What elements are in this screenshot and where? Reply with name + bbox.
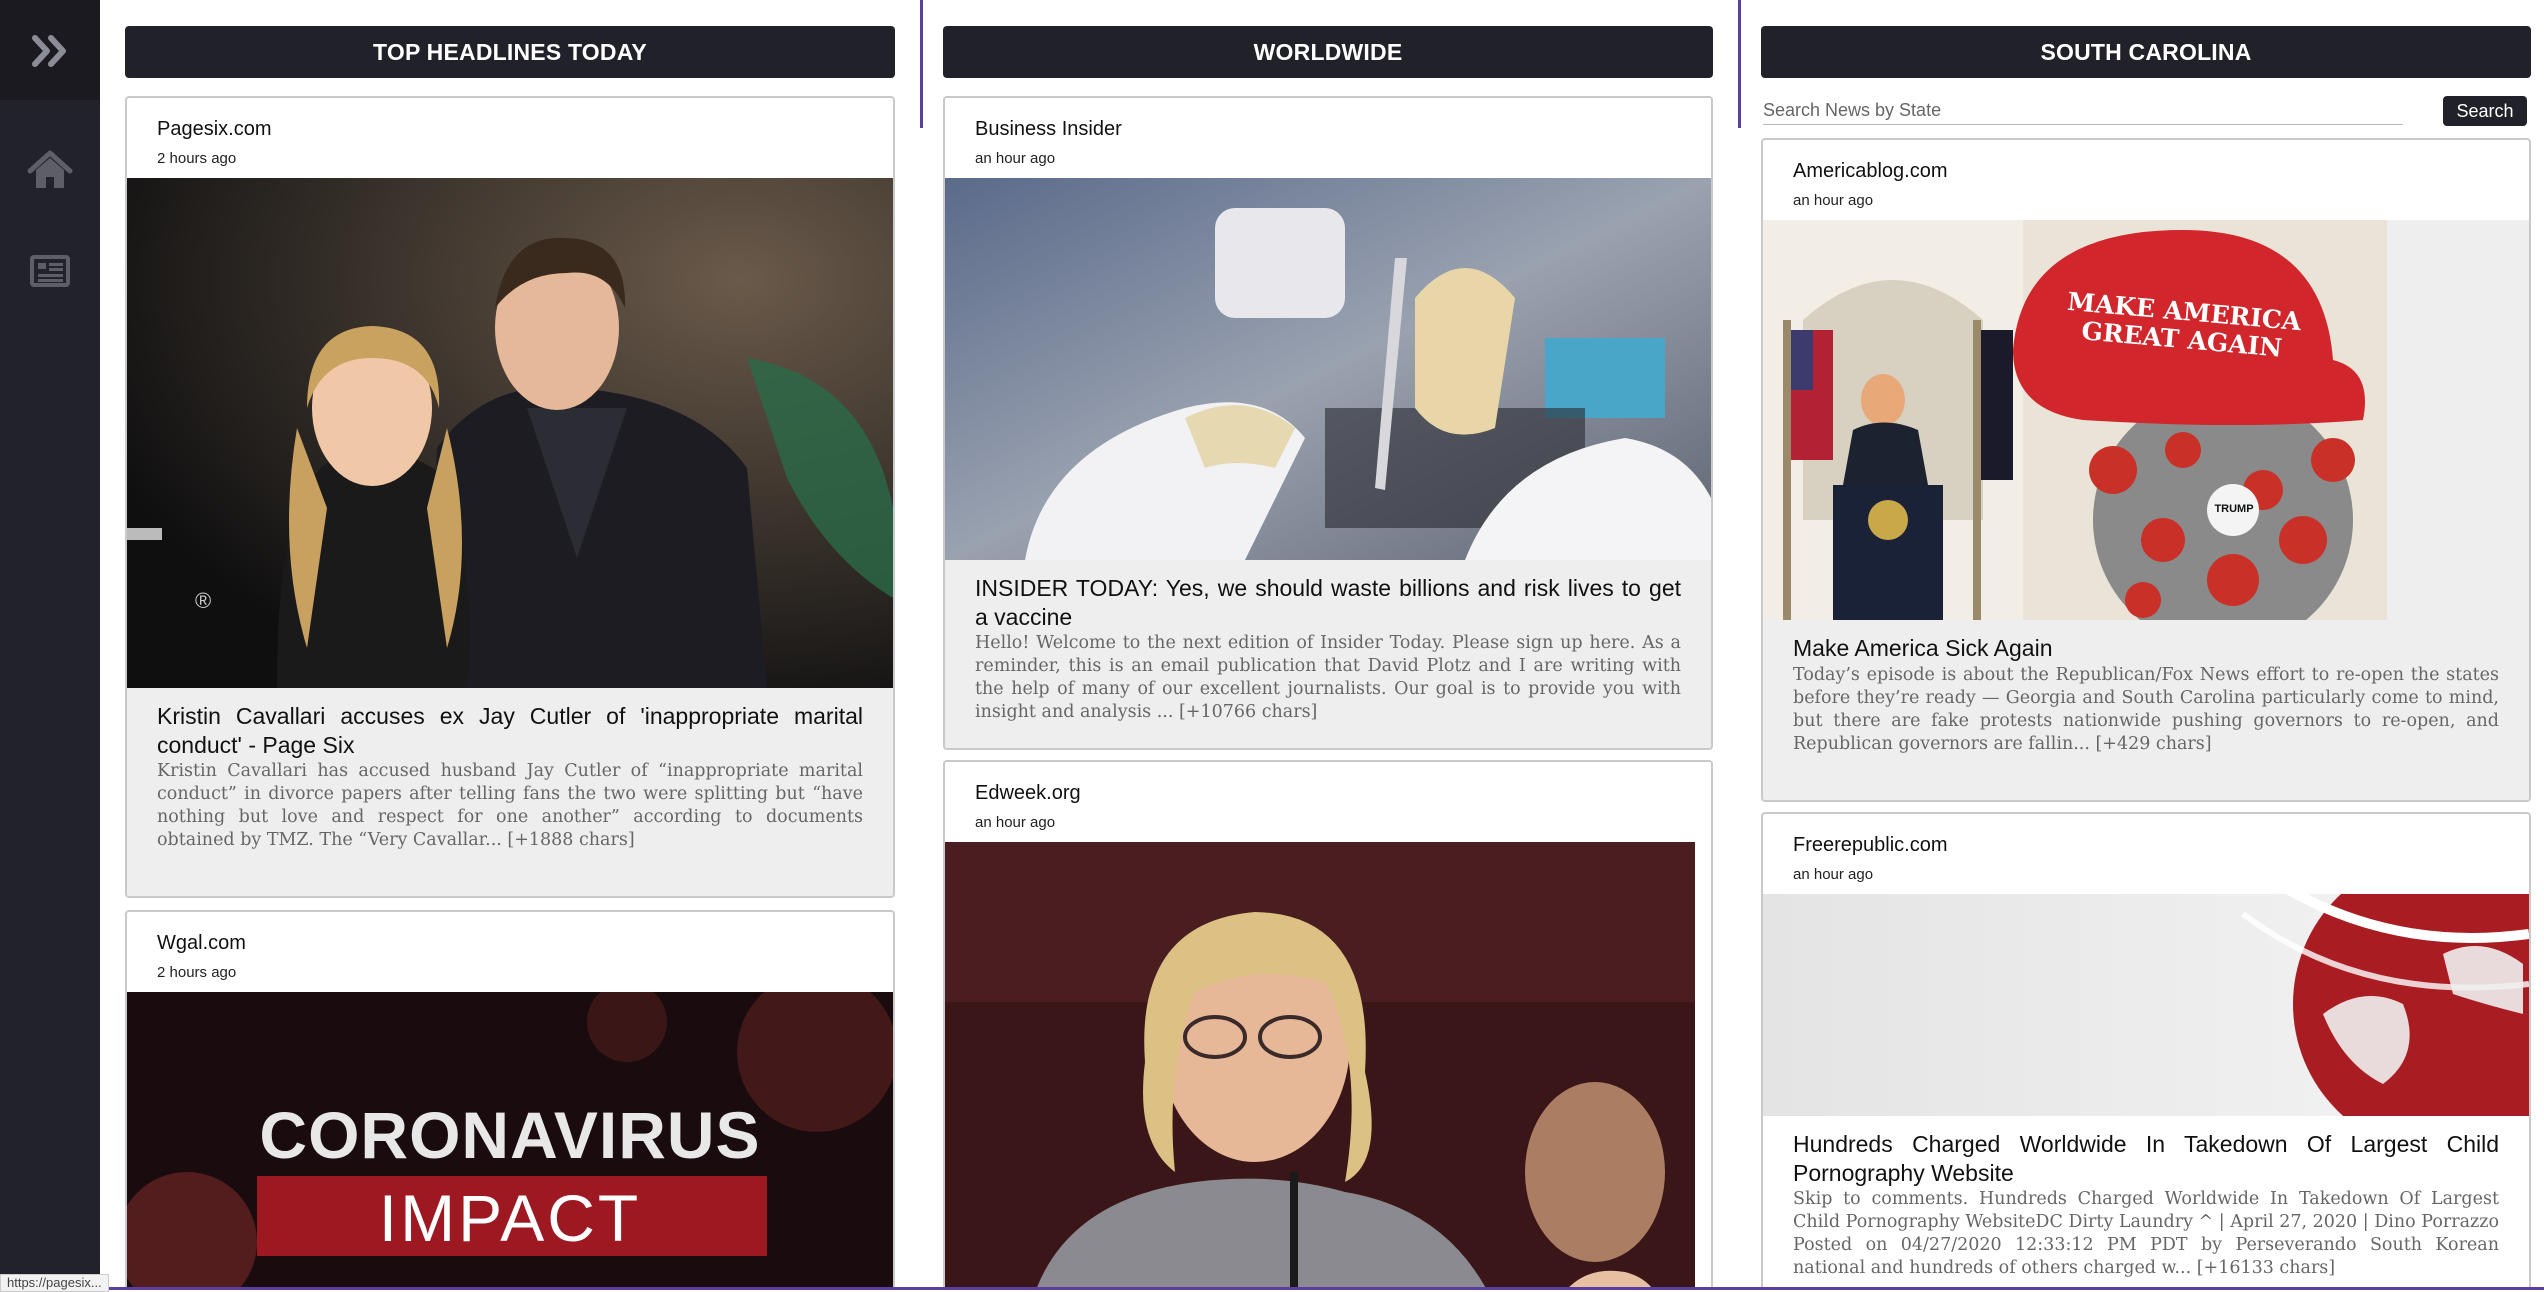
image-caption-line2: IMPACT: [378, 1181, 642, 1255]
column-header: WORLDWIDE: [943, 26, 1713, 78]
article-source: Freerepublic.com: [1793, 834, 1948, 856]
article-source: Edweek.org: [975, 782, 1081, 804]
article-body: INSIDER TODAY: Yes, we should waste bill…: [945, 560, 1711, 748]
article-time: an hour ago: [975, 814, 1056, 831]
article-title[interactable]: Make America Sick Again: [1793, 634, 2499, 663]
sidebar: [0, 0, 100, 1290]
article-time: an hour ago: [1793, 866, 1874, 883]
article-card[interactable]: Wgal.com 2 hours ago CORONAVIRUS IMPACT: [125, 910, 895, 1287]
news-page: TOP HEADLINES TODAY Pagesix.com 2 hours …: [100, 0, 2544, 1290]
article-image[interactable]: CORONAVIRUS IMPACT: [127, 992, 893, 1287]
article-description: Kristin Cavallari has accused husband Ja…: [157, 761, 863, 850]
article-description: Skip to comments. Hundreds Charged World…: [1793, 1189, 2499, 1278]
article-source: Pagesix.com: [157, 118, 272, 140]
article-title[interactable]: Hundreds Charged Worldwide In Takedown O…: [1793, 1130, 2499, 1188]
article-image[interactable]: [1763, 894, 2529, 1116]
article-card[interactable]: Pagesix.com 2 hours ago ® Kristin Cavall…: [125, 96, 895, 898]
article-time: 2 hours ago: [157, 150, 237, 167]
article-source: Wgal.com: [157, 932, 246, 954]
article-card[interactable]: Freerepublic.com an hour ago Hundreds Ch…: [1761, 812, 2531, 1287]
article-time: an hour ago: [1793, 192, 1874, 209]
column-header: TOP HEADLINES TODAY: [125, 26, 895, 78]
article-time: an hour ago: [975, 150, 1056, 167]
column-divider: [1738, 0, 1741, 128]
image-caption-line1: CORONAVIRUS: [259, 1098, 761, 1172]
column-divider: [920, 0, 923, 128]
article-image[interactable]: ®: [127, 178, 893, 688]
article-description: Today’s episode is about the Republican/…: [1793, 665, 2499, 754]
image-badge-text: TRUMP: [2214, 503, 2254, 515]
home-icon[interactable]: [27, 148, 73, 194]
article-image[interactable]: MAKE AMERICA GREAT AGAIN TRUMP: [1763, 220, 2529, 620]
article-source: Business Insider: [975, 118, 1122, 140]
article-body: Kristin Cavallari accuses ex Jay Cutler …: [127, 688, 893, 896]
double-chevron-right-icon[interactable]: [27, 28, 73, 74]
column-south-carolina: SOUTH CAROLINA Search Americablog.com an…: [1761, 0, 2531, 1287]
article-card[interactable]: Business Insider an hour ago INSIDER TOD…: [943, 96, 1713, 750]
article-image[interactable]: [945, 178, 1711, 560]
column-worldwide: WORLDWIDE Business Insider an hour ago I…: [943, 0, 1713, 1287]
article-title[interactable]: Kristin Cavallari accuses ex Jay Cutler …: [157, 702, 863, 760]
article-source: Americablog.com: [1793, 160, 1948, 182]
svg-text:®: ®: [195, 588, 211, 613]
article-card[interactable]: Edweek.org an hour ago: [943, 760, 1713, 1287]
article-image[interactable]: [945, 842, 1695, 1287]
column-top-headlines: TOP HEADLINES TODAY Pagesix.com 2 hours …: [125, 0, 895, 1287]
state-search: Search: [1761, 96, 2531, 130]
article-body: Hundreds Charged Worldwide In Takedown O…: [1763, 1116, 2529, 1287]
newspaper-icon[interactable]: [27, 248, 73, 294]
article-body: Make America Sick Again Today’s episode …: [1763, 620, 2529, 800]
search-button[interactable]: Search: [2443, 96, 2527, 126]
article-card[interactable]: Americablog.com an hour ago MAKE AMERICA…: [1761, 138, 2531, 802]
search-input[interactable]: [1763, 96, 2403, 125]
article-title[interactable]: INSIDER TODAY: Yes, we should waste bill…: [975, 574, 1681, 632]
link-status-tooltip: https://pagesix...: [0, 1274, 109, 1292]
sidebar-toggle[interactable]: [0, 0, 100, 100]
column-header: SOUTH CAROLINA: [1761, 26, 2531, 78]
article-time: 2 hours ago: [157, 964, 237, 981]
article-description: Hello! Welcome to the next edition of In…: [975, 633, 1681, 722]
